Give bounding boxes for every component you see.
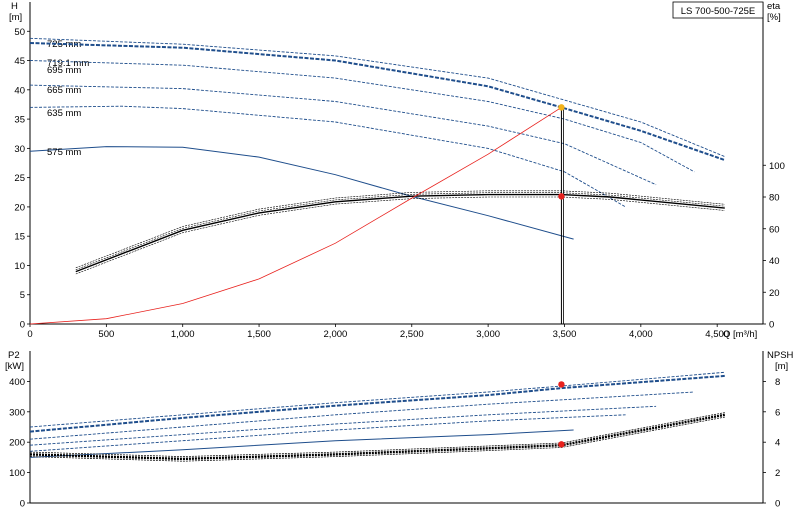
duty-point bbox=[558, 193, 565, 200]
efficiency-trace bbox=[75, 192, 725, 270]
p2-axis-label: P2 bbox=[8, 350, 20, 361]
y2-tick-label: 80 bbox=[769, 193, 780, 204]
y-tick-label: 30 bbox=[14, 144, 25, 155]
x-tick-label: 2,500 bbox=[400, 329, 424, 340]
y2-tick-label: 0 bbox=[769, 320, 774, 331]
series-line-system bbox=[29, 107, 562, 325]
y2-tick-label: 20 bbox=[769, 288, 780, 299]
chart-canvas: 051015202530354045500204060801000 500 1,00… bbox=[5, 1, 794, 510]
duty-point bbox=[558, 441, 565, 448]
y-tick-label: 20 bbox=[14, 202, 25, 213]
series-line-efficiency bbox=[75, 193, 725, 273]
x-axis-label: Q [m³/h] bbox=[723, 329, 757, 340]
x-tick-label: 1,500 bbox=[247, 329, 271, 340]
npsh-tick-label: 0 bbox=[775, 499, 780, 510]
y-tick-label: 15 bbox=[14, 232, 25, 243]
p2-tick-label: 200 bbox=[9, 438, 25, 449]
y-tick-label: 50 bbox=[14, 27, 25, 38]
series-line-power-635 bbox=[29, 414, 626, 452]
npsh-tick-label: 4 bbox=[775, 438, 780, 449]
head-efficiency-plot: 051015202530354045500204060801000 500 1,00… bbox=[9, 1, 785, 340]
y2-tick-label: 100 bbox=[769, 161, 785, 172]
p2-tick-label: 100 bbox=[9, 468, 25, 479]
duty-point bbox=[558, 381, 565, 388]
x-tick-label: 0 bbox=[27, 329, 32, 340]
series-line-power-665 bbox=[29, 405, 657, 446]
npsh-tick-label: 6 bbox=[775, 407, 780, 418]
model-label: LS 700-500-725E bbox=[681, 6, 755, 17]
y-tick-label: 0 bbox=[20, 320, 25, 331]
series-line-head bbox=[29, 42, 726, 162]
x-tick-label: 500 bbox=[98, 329, 114, 340]
y-tick-label: 35 bbox=[14, 115, 25, 126]
pump-curve-chart: 0 5 10 15 20 25 30 35 40 45 50 0 20 40 60 80 100 0 500 1,00… bbox=[0, 0, 800, 520]
series-line-head bbox=[29, 60, 695, 173]
duty-point bbox=[558, 104, 565, 111]
x-tick-label: 3,500 bbox=[553, 329, 577, 340]
diameter-label: 665 mm bbox=[47, 85, 81, 96]
model-label-box: LS 700-500-725E bbox=[672, 1, 764, 19]
x-tick-label: 4,000 bbox=[629, 329, 653, 340]
y2-tick-label: 40 bbox=[769, 256, 780, 267]
y-axis-label: H bbox=[11, 1, 18, 12]
diameter-label: 695 mm bbox=[47, 65, 81, 76]
p2-tick-label: 300 bbox=[9, 407, 25, 418]
x-tick-label: 3,000 bbox=[476, 329, 500, 340]
y2-axis-unit: [%] bbox=[767, 12, 781, 23]
x-tick-label: 1,000 bbox=[171, 329, 195, 340]
y-tick-label: 10 bbox=[14, 261, 25, 272]
x-tick-label: 2,000 bbox=[324, 329, 348, 340]
y-tick-label: 45 bbox=[14, 56, 25, 67]
y2-axis-label: eta bbox=[767, 1, 781, 12]
efficiency-trace bbox=[75, 196, 725, 275]
diameter-label: 635 mm bbox=[47, 108, 81, 119]
npsh-axis-label: NPSH bbox=[767, 350, 794, 361]
y-axis-unit: [m] bbox=[9, 12, 22, 23]
power-npsh-plot: 0 100 200 300 400 0 2 4 6 8 P2[kW] NPSH[m] bbox=[5, 350, 794, 510]
p2-tick-label: 400 bbox=[9, 377, 25, 388]
y-tick-label: 5 bbox=[20, 290, 25, 301]
p2-axis-unit: [kW] bbox=[5, 361, 24, 372]
series-line-head bbox=[29, 37, 725, 158]
series-line-power-725 bbox=[29, 371, 725, 428]
y-tick-label: 40 bbox=[14, 85, 25, 96]
y-tick-label: 25 bbox=[14, 173, 25, 184]
efficiency-trace bbox=[75, 190, 725, 269]
npsh-axis-unit: [m] bbox=[775, 361, 788, 372]
series-line-power-719 bbox=[29, 374, 725, 433]
series-line-power-695 bbox=[29, 391, 695, 440]
diameter-label: 575 mm bbox=[47, 147, 81, 158]
y2-tick-label: 60 bbox=[769, 224, 780, 235]
npsh-tick-label: 2 bbox=[775, 468, 780, 479]
npsh-tick-label: 8 bbox=[775, 377, 780, 388]
series-line-head bbox=[29, 105, 626, 208]
p2-tick-label: 0 bbox=[20, 499, 25, 510]
series-line-head bbox=[29, 84, 657, 186]
